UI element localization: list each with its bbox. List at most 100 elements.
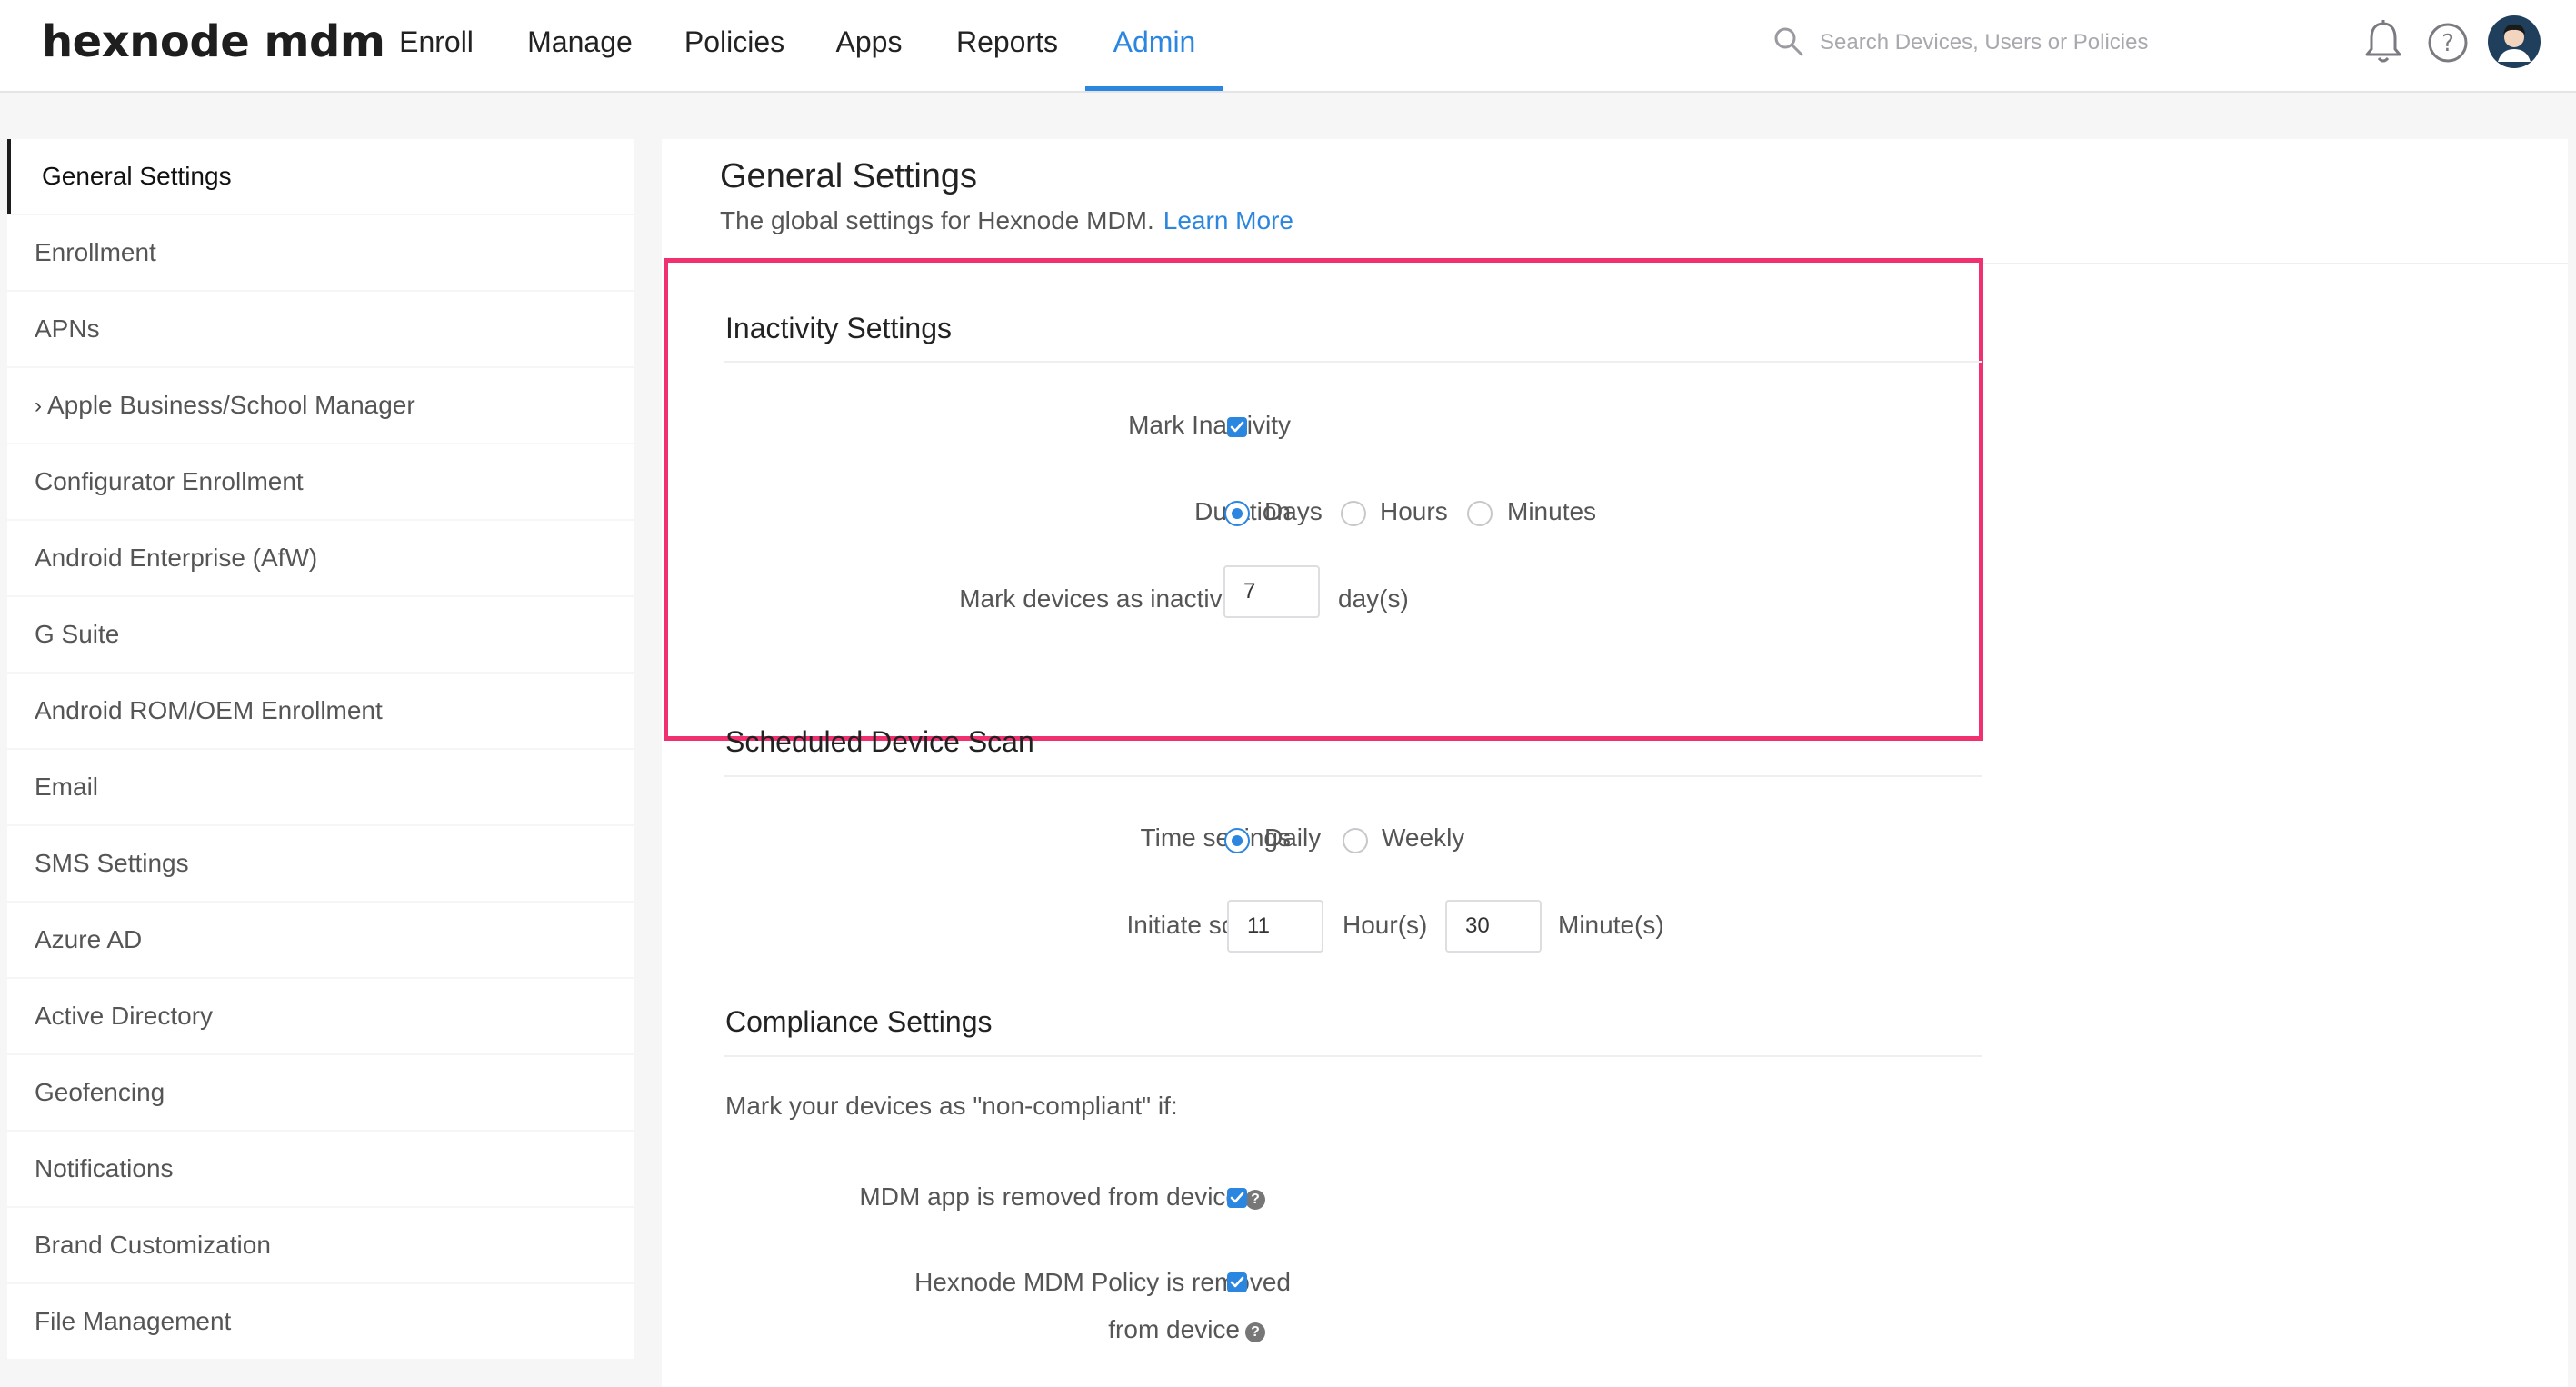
scan-minute-unit: Minute(s): [1558, 911, 1664, 939]
nav-label: Reports: [955, 25, 1059, 58]
nav-label: Apps: [835, 25, 903, 58]
app-removed-text: MDM app is removed from device: [859, 1182, 1240, 1211]
chevron-right-icon: ›: [35, 394, 42, 418]
page-subtitle-text: The global settings for Hexnode MDM.: [720, 206, 1154, 234]
bell-icon[interactable]: [2363, 18, 2403, 65]
check-icon: [1230, 421, 1244, 433]
active-tab-indicator: [1085, 86, 1223, 91]
nav-reports[interactable]: Reports: [945, 0, 1069, 91]
user-avatar[interactable]: [2487, 15, 2541, 69]
sidebar-item-label: Active Directory: [35, 1002, 214, 1030]
sidebar-item-label: Notifications: [35, 1154, 174, 1182]
mark-inactivity-checkbox[interactable]: [1227, 417, 1247, 437]
sidebar-item-label: G Suite: [35, 620, 120, 648]
inactive-after-unit: day(s): [1338, 584, 1409, 613]
duration-minutes-label: Minutes: [1507, 497, 1597, 525]
sidebar-item-enrollment[interactable]: Enrollment: [7, 215, 634, 290]
time-daily-label: Daily: [1264, 823, 1322, 852]
policy-removed-label-line2: from device?: [720, 1315, 1265, 1344]
scan-hour-unit: Hour(s): [1343, 911, 1428, 939]
sidebar-item-label: General Settings: [42, 162, 232, 190]
sidebar-item-label: Enrollment: [35, 238, 156, 266]
top-navbar: hexnode mdm Enroll Manage Policies Apps …: [0, 0, 2576, 93]
sidebar-item-brand-customization[interactable]: Brand Customization: [7, 1208, 634, 1282]
sidebar-item-azure-ad[interactable]: Azure AD: [7, 903, 634, 977]
check-icon: [1230, 1192, 1244, 1203]
mark-inactivity-label: Mark Inactivity: [1128, 411, 1291, 439]
section-divider: [724, 1055, 1982, 1057]
scan-hour-input[interactable]: [1227, 900, 1323, 953]
sidebar-item-file-management[interactable]: File Management: [7, 1284, 634, 1359]
sidebar-item-label: Email: [35, 773, 99, 801]
inactivity-section-title: Inactivity Settings: [725, 312, 952, 344]
nav-label: Admin: [1113, 25, 1196, 58]
admin-sidebar: General Settings Enrollment APNs › Apple …: [7, 139, 634, 1361]
question-circle-icon[interactable]: ?: [1245, 1190, 1265, 1210]
sidebar-item-sms-settings[interactable]: SMS Settings: [7, 826, 634, 901]
compliance-intro: Mark your devices as "non-compliant" if:: [725, 1092, 1178, 1120]
time-daily-radio[interactable]: [1224, 828, 1250, 853]
sidebar-item-label: Azure AD: [35, 925, 143, 953]
page-title: General Settings: [720, 157, 978, 195]
sidebar-item-label: Android Enterprise (AfW): [35, 544, 318, 572]
duration-days-radio[interactable]: [1224, 501, 1250, 526]
general-settings-panel: General Settings The global settings for…: [662, 139, 2568, 1387]
time-weekly-label: Weekly: [1382, 823, 1465, 852]
compliance-section-title: Compliance Settings: [725, 1005, 993, 1038]
page-subtitle: The global settings for Hexnode MDM. Lear…: [720, 206, 1293, 235]
sidebar-item-label: APNs: [35, 314, 100, 343]
duration-label: Duration: [745, 497, 1291, 526]
sidebar-item-email[interactable]: Email: [7, 750, 634, 824]
learn-more-link[interactable]: Learn More: [1163, 206, 1293, 234]
time-settings-label: Time settings: [1140, 823, 1291, 852]
nav-enroll[interactable]: Enroll: [380, 0, 493, 91]
nav-label: Policies: [684, 25, 785, 58]
sidebar-item-g-suite[interactable]: G Suite: [7, 597, 634, 672]
duration-minutes-radio[interactable]: [1467, 501, 1493, 526]
hexnode-logo[interactable]: hexnode mdm: [42, 7, 385, 76]
nav-admin[interactable]: Admin: [1085, 0, 1223, 91]
sidebar-item-label: Android ROM/OEM Enrollment: [35, 696, 383, 724]
scan-minute-input[interactable]: [1445, 900, 1542, 953]
nav-apps[interactable]: Apps: [820, 0, 918, 91]
inactive-after-input[interactable]: [1223, 565, 1320, 618]
sidebar-item-label: Configurator Enrollment: [35, 467, 304, 495]
sidebar-item-geofencing[interactable]: Geofencing: [7, 1055, 634, 1130]
check-icon: [1230, 1276, 1244, 1288]
svg-text:?: ?: [2441, 30, 2454, 57]
search-icon[interactable]: [1772, 25, 1805, 58]
nav-label: Manage: [527, 25, 633, 58]
sidebar-item-configurator-enrollment[interactable]: Configurator Enrollment: [7, 444, 634, 519]
sidebar-item-active-directory[interactable]: Active Directory: [7, 979, 634, 1053]
duration-days-label: Days: [1264, 497, 1323, 525]
sidebar-item-label: SMS Settings: [35, 849, 189, 877]
sidebar-item-label: Apple Business/School Manager: [47, 391, 415, 419]
initiate-scan-label: Initiate scan at: [1126, 911, 1291, 939]
nav-manage[interactable]: Manage: [513, 0, 647, 91]
nav-label: Enroll: [399, 25, 474, 58]
scan-section-title: Scheduled Device Scan: [725, 725, 1034, 758]
inactive-after-label: Mark devices as inactive after: [959, 584, 1294, 613]
time-weekly-radio[interactable]: [1343, 828, 1368, 853]
sidebar-item-android-rom-oem[interactable]: Android ROM/OEM Enrollment: [7, 674, 634, 748]
nav-policies[interactable]: Policies: [671, 0, 798, 91]
duration-hours-radio[interactable]: [1341, 501, 1366, 526]
app-removed-label: MDM app is removed from device?: [720, 1182, 1265, 1212]
sidebar-item-apns[interactable]: APNs: [7, 292, 634, 366]
app-removed-checkbox[interactable]: [1227, 1188, 1247, 1208]
policy-removed-text: from device: [1108, 1315, 1240, 1343]
search-input[interactable]: [1818, 22, 2294, 64]
policy-removed-label-line1: Hexnode MDM Policy is removed: [914, 1268, 1291, 1296]
section-divider: [724, 775, 1982, 777]
sidebar-item-label: Geofencing: [35, 1078, 165, 1106]
sidebar-item-notifications[interactable]: Notifications: [7, 1132, 634, 1206]
question-circle-icon[interactable]: ?: [1245, 1322, 1265, 1342]
sidebar-item-apple-business-manager[interactable]: › Apple Business/School Manager: [7, 368, 634, 443]
duration-hours-label: Hours: [1380, 497, 1448, 525]
policy-removed-checkbox[interactable]: [1227, 1272, 1247, 1292]
sidebar-item-general-settings[interactable]: General Settings: [7, 139, 634, 214]
help-icon[interactable]: ?: [2427, 22, 2469, 64]
section-divider: [724, 361, 1982, 363]
sidebar-item-android-enterprise[interactable]: Android Enterprise (AfW): [7, 521, 634, 595]
header-divider: [1980, 263, 2568, 264]
